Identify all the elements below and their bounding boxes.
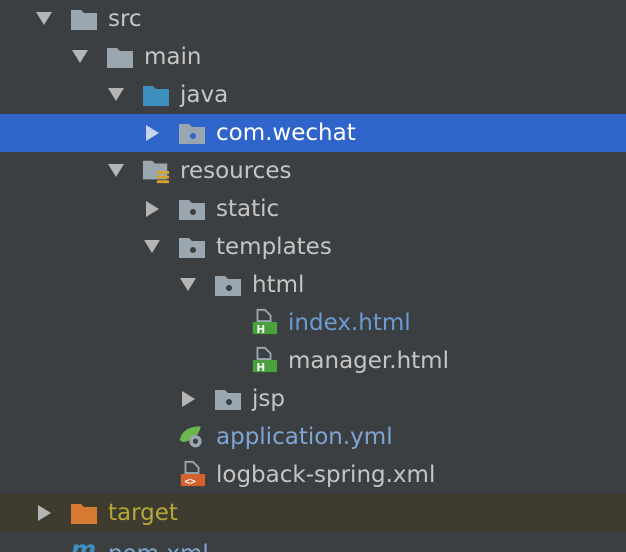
chevron-right-icon[interactable] bbox=[35, 503, 55, 523]
tree-row-jsp[interactable]: jsp bbox=[0, 380, 626, 418]
chevron-down-icon[interactable] bbox=[106, 161, 126, 181]
tree-label: resources bbox=[180, 158, 292, 184]
package-icon bbox=[178, 233, 206, 261]
tree-row-static[interactable]: static bbox=[0, 190, 626, 228]
maven-icon: m bbox=[70, 534, 98, 552]
chevron-right-icon[interactable] bbox=[179, 389, 199, 409]
tree-label: com.wechat bbox=[216, 120, 356, 146]
chevron-down-icon[interactable] bbox=[34, 9, 54, 29]
target-folder-icon bbox=[70, 499, 98, 527]
chevron-down-icon[interactable] bbox=[178, 275, 198, 295]
svg-text:<>: <> bbox=[185, 476, 197, 487]
package-icon bbox=[214, 385, 242, 413]
tree-row-manager-html[interactable]: H manager.html bbox=[0, 342, 626, 380]
chevron-down-icon[interactable] bbox=[106, 85, 126, 105]
tree-row-pom-xml[interactable]: m pom.xml bbox=[0, 532, 626, 552]
tree-label: application.yml bbox=[216, 424, 393, 450]
chevron-right-icon[interactable] bbox=[143, 199, 163, 219]
chevron-down-icon[interactable] bbox=[70, 47, 90, 67]
tree-label: pom.xml bbox=[108, 535, 209, 552]
tree-label: target bbox=[108, 500, 178, 526]
folder-icon bbox=[70, 5, 98, 33]
html-file-icon: H bbox=[250, 308, 278, 336]
svg-text:H: H bbox=[257, 324, 266, 336]
html-file-icon: H bbox=[250, 346, 278, 374]
tree-label: java bbox=[180, 82, 229, 108]
tree-row-index-html[interactable]: H index.html bbox=[0, 304, 626, 342]
tree-label: manager.html bbox=[288, 348, 449, 374]
chevron-right-icon[interactable] bbox=[143, 123, 163, 143]
tree-label: templates bbox=[216, 234, 332, 260]
tree-label: logback-spring.xml bbox=[216, 462, 436, 488]
tree-row-com-wechat[interactable]: com.wechat bbox=[0, 114, 626, 152]
tree-label: main bbox=[144, 44, 202, 70]
package-icon bbox=[214, 271, 242, 299]
source-folder-icon bbox=[142, 81, 170, 109]
package-icon bbox=[178, 119, 206, 147]
tree-label: html bbox=[252, 272, 305, 298]
tree-label: jsp bbox=[252, 386, 285, 412]
tree-row-target[interactable]: target bbox=[0, 494, 626, 532]
svg-text:H: H bbox=[257, 362, 266, 374]
svg-text:m: m bbox=[71, 534, 96, 552]
tree-row-logback-xml[interactable]: <> logback-spring.xml bbox=[0, 456, 626, 494]
chevron-down-icon[interactable] bbox=[142, 237, 162, 257]
tree-row-java[interactable]: java bbox=[0, 76, 626, 114]
tree-label: static bbox=[216, 196, 280, 222]
folder-icon bbox=[106, 43, 134, 71]
tree-row-templates[interactable]: templates bbox=[0, 228, 626, 266]
tree-label: index.html bbox=[288, 310, 411, 336]
tree-row-main[interactable]: main bbox=[0, 38, 626, 76]
package-icon bbox=[178, 195, 206, 223]
spring-config-icon bbox=[178, 422, 206, 450]
tree-row-html[interactable]: html bbox=[0, 266, 626, 304]
tree-row-application-yml[interactable]: application.yml bbox=[0, 418, 626, 456]
xml-file-icon: <> bbox=[178, 460, 206, 488]
tree-row-src[interactable]: src bbox=[0, 0, 626, 38]
resources-folder-icon bbox=[142, 157, 170, 185]
tree-label: src bbox=[108, 6, 142, 32]
tree-row-resources[interactable]: resources bbox=[0, 152, 626, 190]
